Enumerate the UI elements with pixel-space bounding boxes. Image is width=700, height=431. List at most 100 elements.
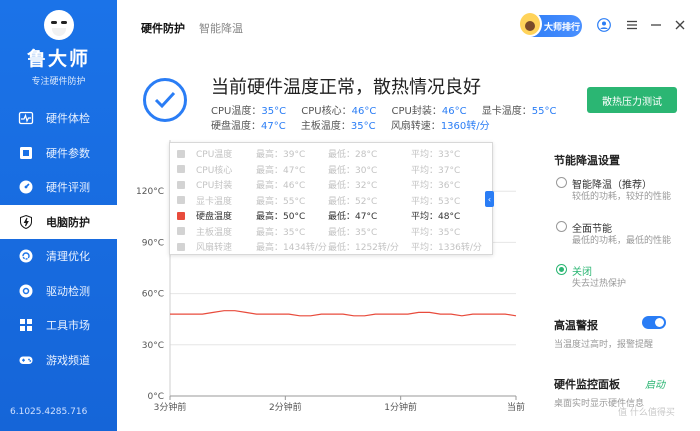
legend-series-name: 风扇转速 [196, 243, 233, 254]
high-temp-alarm-desc: 当温度过高时，报警提醒 [554, 340, 654, 350]
app-logo: 鲁大师 专注硬件防护 [0, 8, 117, 88]
x-tick-label: 2分钟前 [269, 401, 302, 413]
legend-min: 最低：52°C [328, 196, 378, 207]
sidebar-item-label: 硬件参数 [46, 146, 90, 160]
legend-min: 最低：35°C [328, 227, 378, 238]
menu-icon[interactable] [625, 18, 639, 32]
sidebar-item-games[interactable]: 游戏频道 [0, 343, 117, 378]
legend-avg: 平均：53°C [411, 196, 461, 207]
legend-avg: 平均：36°C [411, 181, 461, 192]
monitor-panel-title: 硬件监控面板 [554, 378, 620, 391]
temp-value: 55°C [531, 106, 557, 117]
sidebar-item-tools[interactable]: 工具市场 [0, 308, 117, 343]
temp-value: 1360转/分 [440, 121, 490, 132]
legend-checkbox[interactable] [177, 211, 185, 220]
legend-row[interactable]: CPU温度 最高：39°C 最低：28°C 平均：33°C [170, 146, 492, 162]
x-tick-label: 1分钟前 [384, 401, 417, 413]
status-title: 当前硬件温度正常，散热情况良好 [211, 77, 481, 98]
temperature-summary: CPU温度：35°C CPU核心：46°C CPU封装：46°C 显卡温度：55… [211, 104, 568, 134]
temp-key: CPU封装： [391, 106, 442, 117]
temp-value: 35°C [261, 106, 287, 117]
temp-value: 47°C [261, 121, 286, 132]
legend-checkbox[interactable] [177, 227, 185, 236]
option-desc: 较低的功耗，较好的性能 [572, 192, 672, 202]
x-tick-label: 3分钟前 [154, 401, 187, 413]
tab-smart-cooling[interactable]: 智能降温 [199, 20, 243, 36]
temp-key: 显卡温度： [481, 106, 532, 117]
legend-checkbox[interactable] [177, 180, 185, 189]
temp-value: 46°C [441, 106, 467, 117]
legend-max: 最高：1434转/分 [256, 243, 327, 254]
gear-icon [18, 283, 34, 299]
y-tick-label: 60°C [142, 290, 164, 300]
legend-avg: 平均：37°C [411, 165, 461, 176]
sidebar-item-protection[interactable]: 电脑防护 [0, 204, 117, 239]
legend-series-name: CPU温度 [196, 150, 233, 161]
rank-label: 大师排行 [544, 22, 581, 33]
high-temp-alarm-toggle[interactable] [642, 316, 666, 329]
sidebar-item-label: 电脑防护 [46, 215, 90, 229]
legend-min: 最低：28°C [328, 150, 378, 161]
legend-series-name: CPU核心 [196, 165, 233, 176]
legend-checkbox[interactable] [177, 242, 185, 251]
collapse-legend-button[interactable]: ‹ [485, 191, 494, 207]
temp-value: 46°C [351, 106, 377, 117]
legend-checkbox[interactable] [177, 165, 185, 174]
y-tick-label: 0°C [147, 392, 164, 402]
radio-off[interactable] [556, 264, 567, 275]
sidebar-item-benchmark[interactable]: 硬件评测 [0, 170, 117, 205]
legend-row[interactable]: 风扇转速 最高：1434转/分 最低：1252转/分 平均：1336转/分 [170, 239, 492, 255]
chip-icon [18, 145, 34, 161]
gauge-icon [18, 179, 34, 195]
tab-hardware-protection[interactable]: 硬件防护 [141, 20, 185, 36]
grid-icon [18, 317, 34, 333]
legend-avg: 平均：35°C [411, 227, 461, 238]
user-icon[interactable] [597, 18, 611, 32]
legend-row[interactable]: 主板温度 最高：35°C 最低：35°C 平均：35°C [170, 224, 492, 240]
temp-key: 硬盘温度： [211, 121, 261, 132]
top-bar: 硬件防护 智能降温 大师排行 [117, 0, 700, 55]
shield-icon [18, 214, 34, 230]
minimize-icon[interactable] [649, 18, 663, 32]
legend-max: 最高：39°C [256, 150, 306, 161]
brand-name: 鲁大师 [26, 48, 90, 70]
sidebar-item-params[interactable]: 硬件参数 [0, 136, 117, 171]
monitor-start-link[interactable]: 启动 [645, 376, 665, 391]
legend-row[interactable]: CPU核心 最高：47°C 最低：30°C 平均：37°C [170, 162, 492, 178]
legend-max: 最高：50°C [256, 212, 306, 223]
legend-max: 最高：47°C [256, 165, 306, 176]
legend-max: 最高：35°C [256, 227, 306, 238]
gamepad-icon [18, 352, 34, 368]
legend-min: 最低：47°C [328, 212, 378, 223]
temperature-row: 硬盘温度：47°C 主板温度：35°C 风扇转速：1360转/分 [211, 119, 568, 134]
version-label: 6.1025.4285.716 [10, 407, 88, 417]
legend-max: 最高：55°C [256, 196, 306, 207]
radio-full-saving[interactable] [556, 221, 567, 232]
brand-slogan: 专注硬件防护 [31, 77, 86, 87]
legend-row[interactable]: 显卡温度 最高：55°C 最低：52°C 平均：53°C [170, 193, 492, 209]
legend-max: 最高：46°C [256, 181, 306, 192]
sidebar-item-cleanup[interactable]: 清理优化 [0, 239, 117, 274]
sidebar-item-label: 清理优化 [46, 250, 90, 264]
legend-series-name: CPU封装 [196, 181, 233, 192]
legend-row[interactable]: 硬盘温度 最高：50°C 最低：47°C 平均：48°C [170, 208, 492, 224]
sidebar-item-label: 驱动检测 [46, 284, 90, 298]
legend-checkbox[interactable] [177, 196, 185, 205]
close-icon[interactable] [673, 18, 687, 32]
legend-series-name: 硬盘温度 [196, 212, 233, 223]
y-tick-label: 30°C [142, 341, 164, 351]
sidebar: 鲁大师 专注硬件防护 硬件体检 硬件参数 硬件评测 电脑防护 清理优化 驱动检测 [0, 0, 117, 431]
temp-key: CPU温度： [211, 106, 262, 117]
stress-test-button[interactable]: 散热压力测试 [587, 87, 677, 113]
legend-min: 最低：1252转/分 [328, 243, 399, 254]
sidebar-item-driver[interactable]: 驱动检测 [0, 274, 117, 309]
legend-row[interactable]: CPU封装 最高：46°C 最低：32°C 平均：36°C [170, 177, 492, 193]
sidebar-item-checkup[interactable]: 硬件体检 [0, 101, 117, 136]
rank-button[interactable]: 大师排行 [518, 11, 582, 37]
radio-smart-cooling[interactable] [556, 177, 567, 188]
pulse-icon [18, 110, 34, 126]
temp-value: 35°C [350, 121, 376, 132]
high-temp-alarm-title: 高温警报 [554, 319, 598, 332]
sidebar-item-label: 硬件体检 [46, 112, 90, 126]
legend-checkbox[interactable] [177, 149, 185, 158]
